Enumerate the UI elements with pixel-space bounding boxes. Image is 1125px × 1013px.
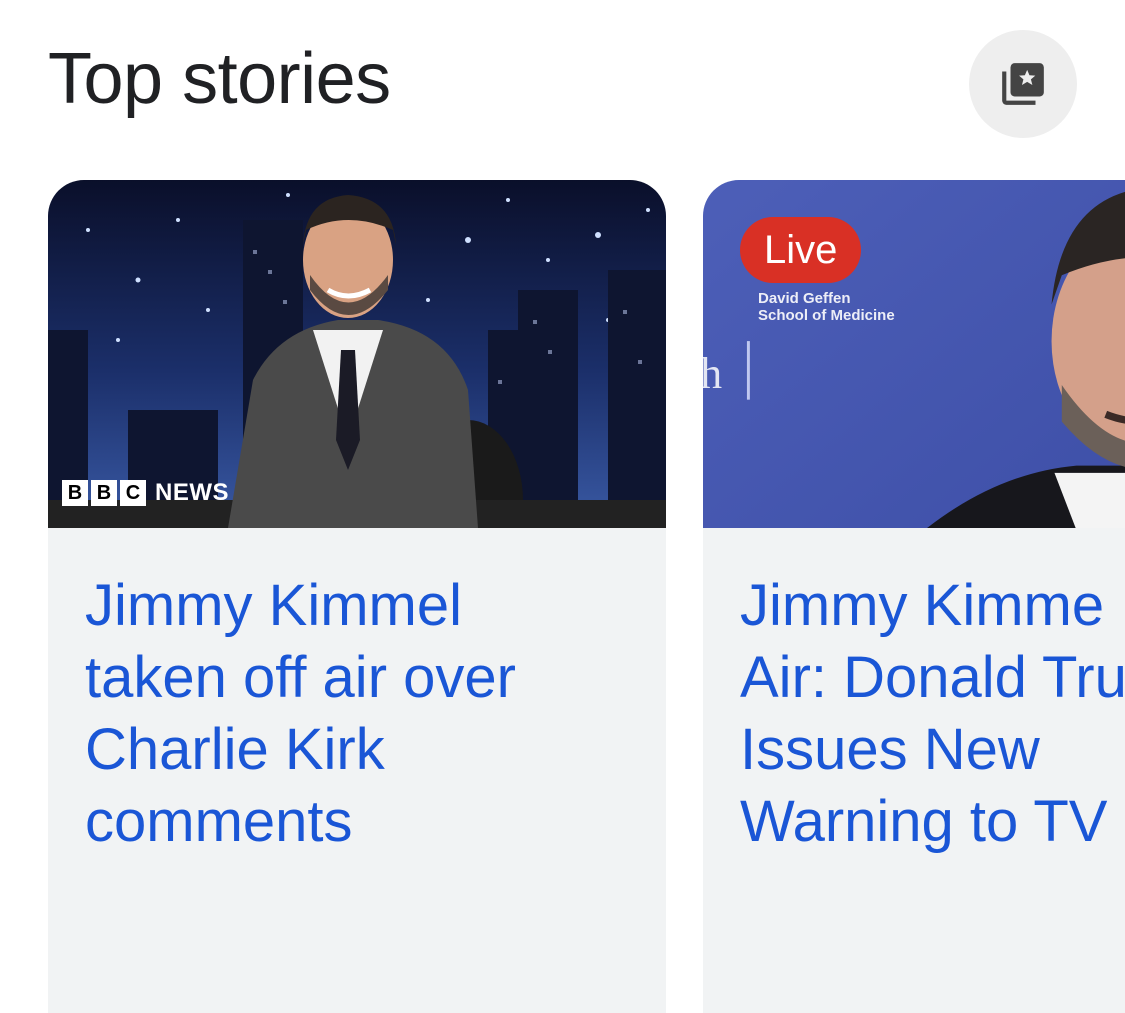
story-headline[interactable]: Jimmy Kimme Air: Donald Tru Issues New W… <box>740 570 1125 858</box>
story-card[interactable]: B B C NEWS Jimmy Kimmel taken off air ov… <box>48 180 666 1013</box>
top-stories-carousel[interactable]: B B C NEWS Jimmy Kimmel taken off air ov… <box>0 180 1125 1013</box>
svg-text:h: h <box>703 349 722 398</box>
live-badge: Live <box>740 217 862 283</box>
story-card[interactable]: h Nien Live David Geffen School of Medic… <box>703 180 1125 1013</box>
top-stories-header: Top stories <box>48 30 1078 140</box>
section-title: Top stories <box>48 39 391 119</box>
bbc-news-logo: B B C NEWS <box>62 479 229 507</box>
story-thumbnail: B B C NEWS <box>48 180 666 528</box>
news-photo-studio <box>48 180 666 528</box>
backdrop-sponsor-text: David Geffen School of Medicine <box>758 290 895 324</box>
story-thumbnail: h Nien Live David Geffen School of Medic… <box>703 180 1125 528</box>
collection-star-icon <box>1002 63 1044 105</box>
save-to-collection-button[interactable] <box>969 30 1077 138</box>
story-headline[interactable]: Jimmy Kimmel taken off air over Charlie … <box>85 570 645 858</box>
